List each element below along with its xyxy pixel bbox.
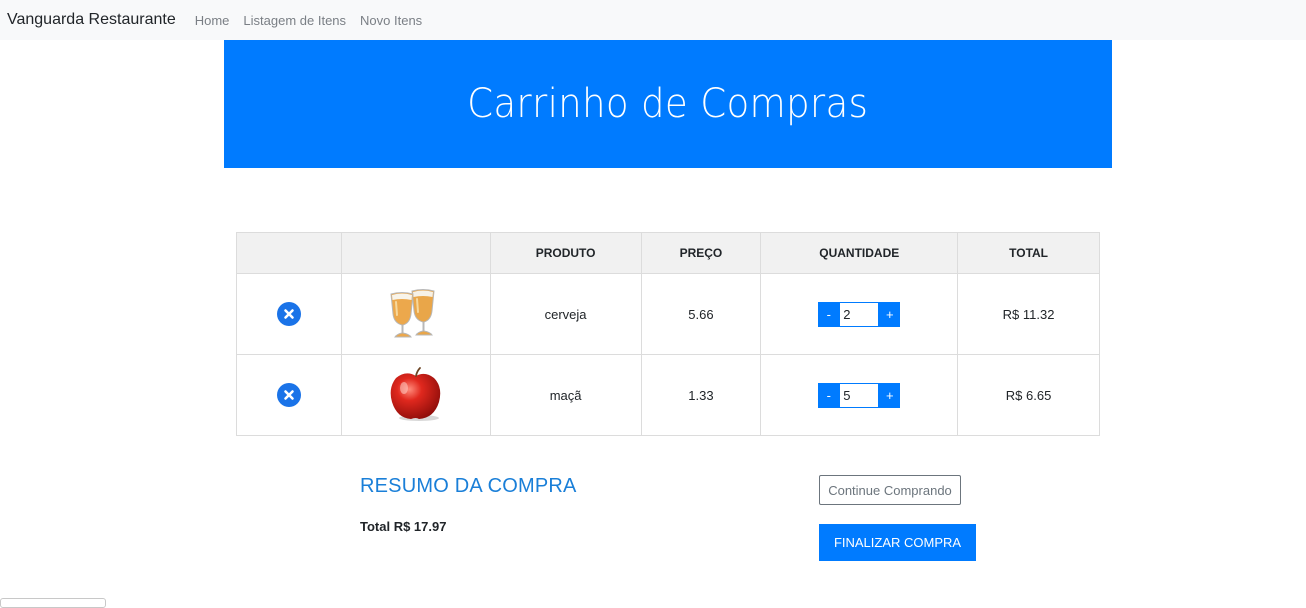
header-image bbox=[340, 232, 491, 274]
cart-table-body: cerveja 5.66 - + R$ 11.32 bbox=[236, 273, 1100, 436]
increment-button[interactable]: + bbox=[879, 301, 901, 327]
quantity-cell: - + bbox=[760, 273, 959, 355]
header-quantidade: QUANTIDADE bbox=[760, 232, 959, 274]
remove-circle-icon[interactable] bbox=[276, 383, 301, 407]
quantity-input[interactable] bbox=[839, 301, 880, 327]
row-total: R$ 6.65 bbox=[957, 354, 1100, 436]
row-total: R$ 11.32 bbox=[957, 273, 1100, 355]
continue-shopping-button[interactable]: Continue Comprando bbox=[819, 475, 961, 505]
red-apple-image bbox=[390, 366, 440, 421]
header-preco: PREÇO bbox=[640, 232, 762, 274]
remove-cell bbox=[236, 273, 342, 355]
header-produto: PRODUTO bbox=[489, 232, 642, 274]
cart-table: PRODUTO PREÇO QUANTIDADE TOTAL cerveja 5… bbox=[236, 232, 1100, 436]
product-name: maçã bbox=[489, 354, 642, 436]
product-price: 1.33 bbox=[640, 354, 762, 436]
remove-circle-icon[interactable] bbox=[276, 302, 301, 326]
header-remove bbox=[236, 232, 342, 274]
decrement-button[interactable]: - bbox=[818, 301, 840, 327]
summary-title: RESUMO DA COMPRA bbox=[360, 475, 577, 497]
quantity-input[interactable] bbox=[839, 382, 880, 408]
image-cell bbox=[340, 354, 491, 436]
beer-glasses-image bbox=[390, 288, 435, 337]
navbar: Vanguarda Restaurante Home Listagem de I… bbox=[0, 0, 1306, 40]
image-cell bbox=[340, 273, 491, 355]
quantity-cell: - + bbox=[760, 354, 959, 436]
increment-button[interactable]: + bbox=[879, 382, 901, 408]
decrement-button[interactable]: - bbox=[818, 382, 840, 408]
table-header-row: PRODUTO PREÇO QUANTIDADE TOTAL bbox=[236, 232, 1100, 274]
nav-links: Home Listagem de Itens Novo Itens bbox=[195, 13, 436, 28]
header-total: TOTAL bbox=[957, 232, 1100, 274]
nav-link-listagem-de-itens[interactable]: Listagem de Itens bbox=[243, 13, 346, 28]
page-title: Carrinho de Compras bbox=[467, 81, 869, 127]
cart-table-header: PRODUTO PREÇO QUANTIDADE TOTAL bbox=[236, 232, 1100, 274]
table-row: maçã 1.33 - + R$ 6.65 bbox=[236, 354, 1100, 436]
remove-cell bbox=[236, 354, 342, 436]
status-tooltip-fragment bbox=[0, 598, 106, 608]
product-name: cerveja bbox=[489, 273, 642, 355]
finalize-purchase-button[interactable]: FINALIZAR COMPRA bbox=[819, 524, 976, 561]
nav-link-home[interactable]: Home bbox=[195, 13, 230, 28]
table-row: cerveja 5.66 - + R$ 11.32 bbox=[236, 273, 1100, 355]
quantity-stepper: - + bbox=[818, 301, 901, 327]
navbar-brand[interactable]: Vanguarda Restaurante bbox=[7, 11, 176, 29]
summary-total: Total R$ 17.97 bbox=[360, 519, 447, 534]
nav-link-novo-itens[interactable]: Novo Itens bbox=[360, 13, 422, 28]
hero-banner: Carrinho de Compras bbox=[224, 40, 1112, 168]
quantity-stepper: - + bbox=[818, 382, 901, 408]
product-price: 5.66 bbox=[640, 273, 762, 355]
